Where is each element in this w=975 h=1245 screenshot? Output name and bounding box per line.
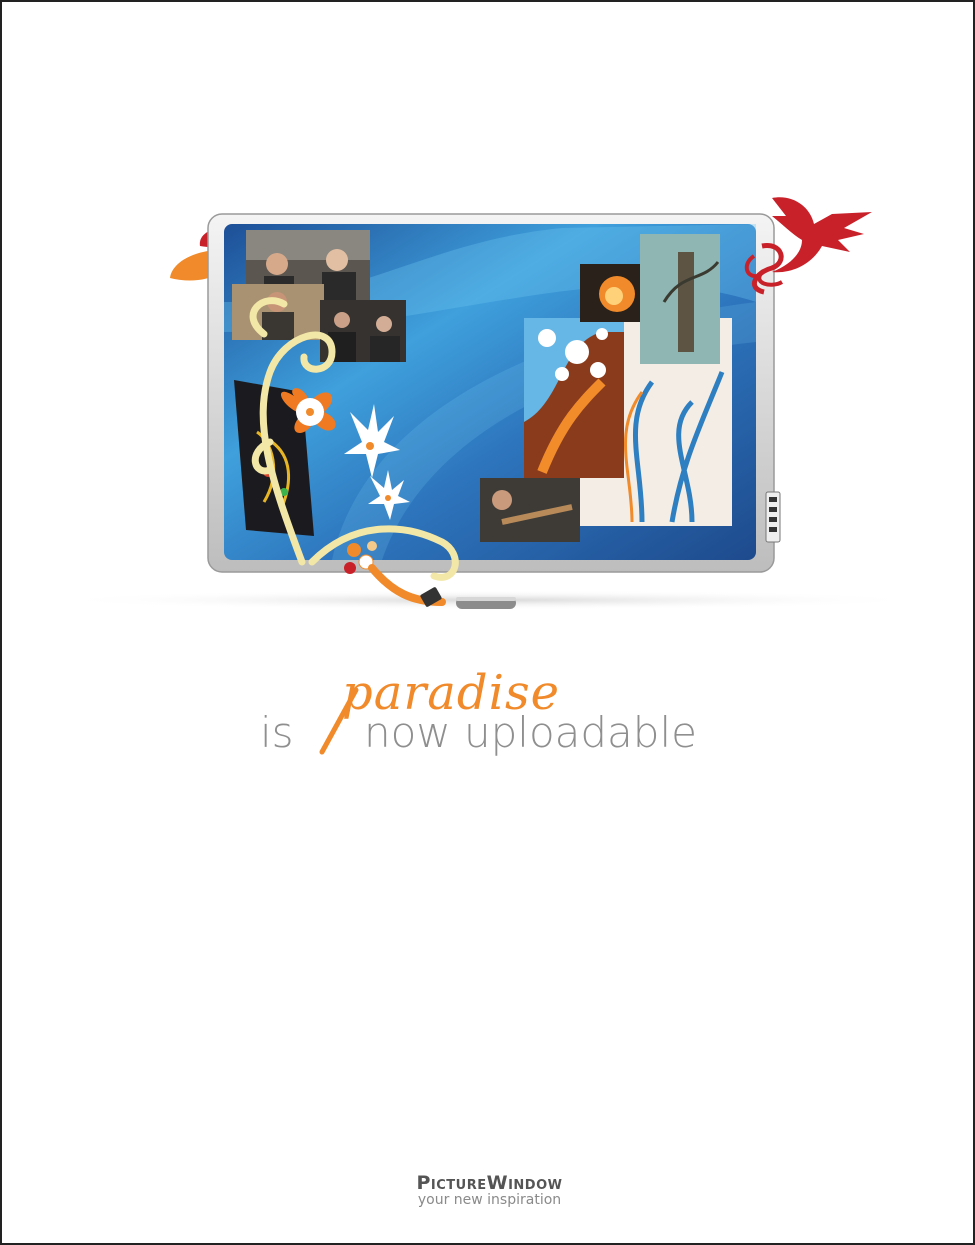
brand-tagline: your new inspiration xyxy=(417,1192,562,1208)
tablet-side-buttons xyxy=(765,491,781,543)
hero-illustration xyxy=(49,197,929,610)
advertisement-page: paradise is now uploadable PictureWindow… xyxy=(0,0,975,1245)
headline-lead: is xyxy=(260,708,294,757)
headline-rest: now uploadable xyxy=(364,708,697,757)
brand-name: PictureWindow xyxy=(416,1172,563,1194)
brand-block: PictureWindow your new inspiration xyxy=(2,1172,973,1208)
